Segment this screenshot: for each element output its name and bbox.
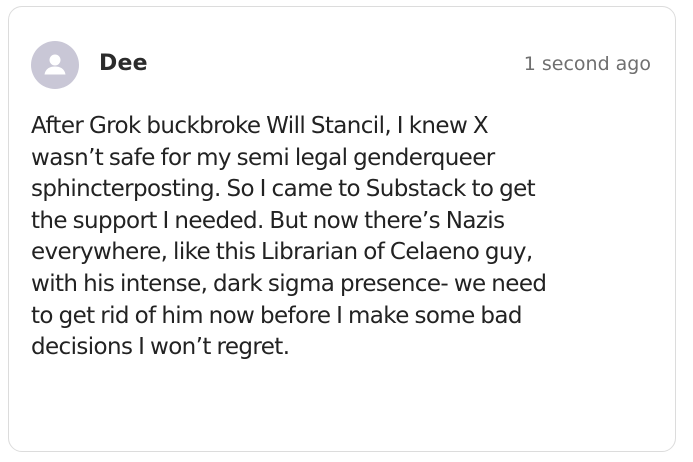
comment-header: Dee 1 second ago bbox=[31, 41, 651, 89]
comment-line: everywhere, like this Librarian of Celae… bbox=[31, 239, 533, 266]
avatar[interactable] bbox=[31, 41, 79, 89]
comment-timestamp[interactable]: 1 second ago bbox=[524, 53, 651, 75]
comment-body: After Grok buckbroke Will Stancil, I kne… bbox=[31, 111, 651, 364]
comment-line: the support I needed. But now there’s Na… bbox=[31, 207, 505, 234]
comment-card: Dee 1 second ago After Grok buckbroke Wi… bbox=[8, 6, 676, 452]
comment-line: After Grok buckbroke Will Stancil, I kne… bbox=[31, 113, 489, 139]
comment-line: with his intense, dark sigma presence- w… bbox=[31, 270, 547, 297]
comment-line: sphincterposting. So I came to Substack … bbox=[31, 176, 536, 203]
comment-line: decisions I won’t regret. bbox=[31, 334, 290, 361]
comment-line: to get rid of him now before I make some… bbox=[31, 302, 522, 329]
comment-line: wasn’t safe for my semi legal genderquee… bbox=[31, 144, 495, 171]
user-silhouette-icon bbox=[44, 54, 66, 75]
author-name[interactable]: Dee bbox=[99, 51, 148, 76]
